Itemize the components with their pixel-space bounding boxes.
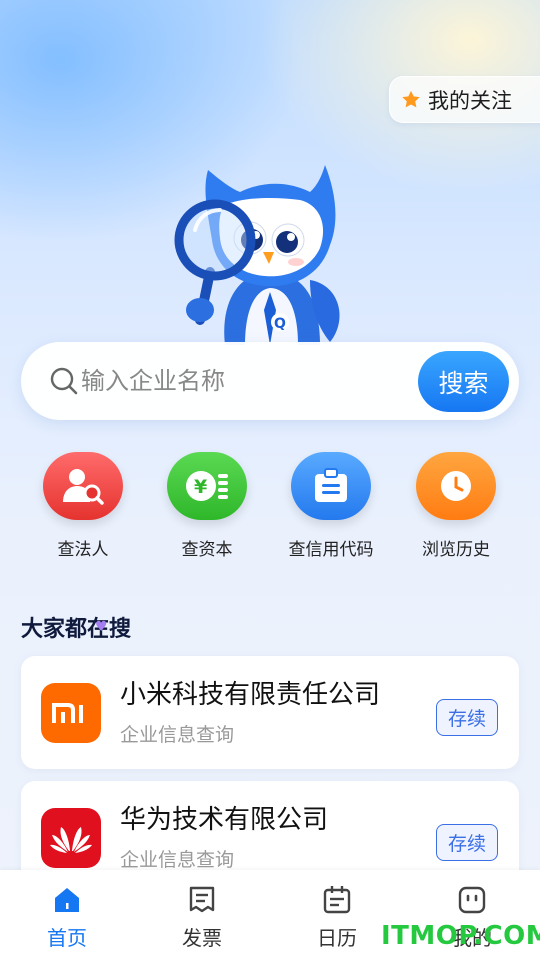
tab-calendar[interactable]: 日历: [287, 884, 387, 951]
huawei-logo-icon: [41, 808, 101, 868]
quick-action-label: 查资本: [181, 540, 233, 560]
home-icon: [55, 888, 79, 912]
quick-action-label: 浏览历史: [422, 540, 490, 560]
star-icon: [402, 90, 420, 107]
my-follows-label: 我的关注: [428, 88, 512, 113]
company-card[interactable]: 小米科技有限责任公司 企业信息查询 存续: [21, 656, 519, 769]
clock-icon: [416, 452, 496, 520]
svg-text:Q: Q: [274, 316, 286, 332]
heart-icon: ♥: [95, 619, 108, 635]
watermark: ITMOP.COM: [381, 921, 540, 951]
quick-action-history[interactable]: 浏览历史: [396, 452, 516, 560]
search-icon: [50, 367, 78, 395]
company-subtitle: 企业信息查询: [120, 849, 235, 871]
tab-label: 日历: [317, 926, 357, 950]
profile-icon: [458, 886, 486, 914]
quick-action-label: 查法人: [57, 540, 109, 560]
svg-text:¥: ¥: [194, 476, 207, 498]
tab-home[interactable]: 首页: [17, 884, 117, 951]
calendar-icon: [323, 886, 351, 914]
company-name: 华为技术有限公司: [120, 805, 329, 835]
tab-label: 发票: [182, 926, 222, 950]
yuan-coins-icon: ¥: [167, 452, 247, 520]
status-badge: 存续: [436, 824, 498, 861]
person-search-icon: [43, 452, 123, 520]
id-badge-icon: [291, 452, 371, 520]
quick-action-legal-person[interactable]: 查法人: [23, 452, 143, 560]
quick-action-capital[interactable]: ¥ 查资本: [147, 452, 267, 560]
company-subtitle: 企业信息查询: [120, 724, 235, 746]
search-button[interactable]: 搜索: [418, 351, 509, 412]
search-bar: 搜索: [21, 342, 519, 420]
my-follows-button[interactable]: 我的关注: [389, 76, 540, 123]
quick-action-credit-code[interactable]: 查信用代码: [271, 452, 391, 560]
tab-invoice[interactable]: 发票: [152, 884, 252, 951]
search-input[interactable]: [81, 362, 411, 400]
invoice-icon: [189, 886, 215, 913]
status-badge: 存续: [436, 699, 498, 736]
mi-logo-icon: [41, 683, 101, 743]
tab-label: 首页: [47, 926, 87, 950]
quick-action-label: 查信用代码: [288, 540, 374, 560]
company-name: 小米科技有限责任公司: [120, 680, 381, 710]
home-screen: 我的关注 Q 搜索: [0, 0, 540, 960]
section-title: 大家都在搜 ♥: [21, 617, 132, 642]
owl-mascot-illustration: Q: [174, 165, 340, 345]
